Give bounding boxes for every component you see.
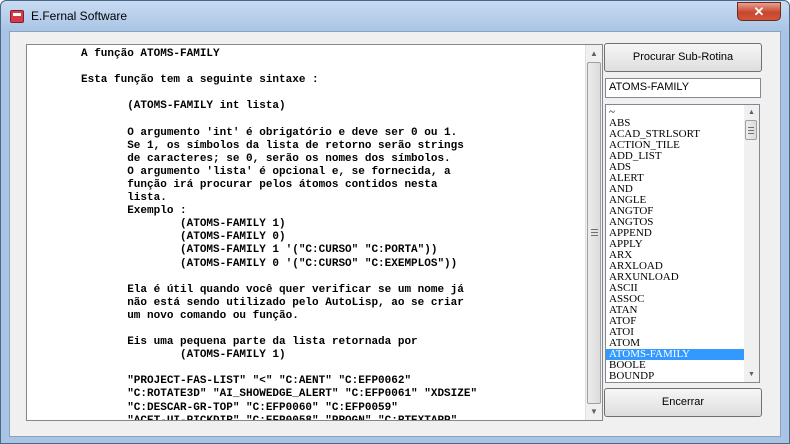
description-line: Se 1, os símbolos da lista de retorno se… [81, 139, 464, 152]
description-line: O argumento 'lista' é opcional e, se for… [81, 165, 451, 178]
description-line: A função ATOMS-FAMILY [81, 48, 220, 60]
description-line [81, 362, 585, 375]
scroll-down-arrow-icon[interactable]: ▼ [586, 403, 602, 420]
close-button[interactable]: Encerrar [604, 388, 762, 417]
app-window: E.Fernal Software ✕ A função ATOMS-FAMIL… [0, 0, 790, 444]
list-scroll-up-arrow-icon[interactable]: ▲ [744, 105, 759, 120]
search-subroutine-button[interactable]: Procurar Sub-Rotina [604, 43, 762, 72]
scroll-up-arrow-icon[interactable]: ▲ [586, 45, 602, 62]
thumb-grip-line [591, 232, 598, 233]
description-line: (ATOMS-FAMILY 0) [81, 231, 286, 244]
app-icon [10, 10, 24, 23]
description-line: (ATOMS-FAMILY 1) [81, 218, 286, 231]
description-line: "C:DESCAR-GR-TOP" "C:EFP0060" "C:EFP0059… [81, 401, 398, 414]
description-line: um novo comando ou função. [81, 309, 299, 322]
list-scrollbar[interactable]: ▲ ▼ [744, 105, 759, 382]
description-line [81, 323, 585, 336]
list-item[interactable]: BOUNDP [606, 371, 745, 382]
search-input[interactable]: ATOMS-FAMILY [605, 78, 761, 98]
description-line: (ATOMS-FAMILY 1) [81, 349, 286, 362]
function-description-textbox[interactable]: A função ATOMS-FAMILY Esta função tem a … [26, 44, 603, 421]
description-line [81, 113, 585, 126]
description-line: (ATOMS-FAMILY 0 '("C:CURSO" "C:EXEMPLOS"… [81, 257, 458, 270]
thumb-grip-line [748, 127, 754, 128]
description-line: função irá procurar pelos átomos contido… [81, 178, 438, 191]
thumb-grip-line [591, 235, 598, 236]
description-line [81, 87, 585, 100]
description-line: "C:ROTATE3D" "AI_SHOWEDGE_ALERT" "C:EFP0… [81, 388, 478, 401]
description-line: "ACET-UI-PICKDIR" "C:EFP0058" "PROGN" "C… [81, 415, 585, 420]
description-line: O argumento 'int' é obrigatório e deve s… [81, 126, 458, 139]
title-bar[interactable]: E.Fernal Software ✕ [1, 1, 789, 31]
list-scroll-thumb[interactable] [745, 120, 757, 140]
description-line: Eis uma pequena parte da lista retornada… [81, 336, 418, 349]
description-line: não está sendo utilizado pelo AutoLisp, … [81, 296, 464, 309]
thumb-grip-line [591, 229, 598, 230]
description-line: (ATOMS-FAMILY 1 '("C:CURSO" "C:PORTA")) [81, 244, 438, 257]
function-list-items: ~ ABS ACAD_STRLSORT ACTION_TILE ADD_LIST ADS A… [606, 105, 745, 382]
description-line [81, 271, 585, 284]
description-line: Esta função tem a seguinte sintaxe : [81, 74, 319, 87]
description-line: lista. [81, 192, 167, 205]
description-line: "PROJECT-FAS-LIST" "<" "C:AENT" "C:EFP00… [81, 375, 412, 388]
window-close-button[interactable]: ✕ [737, 2, 781, 21]
description-line: Exemplo : [81, 205, 187, 218]
description-scrollbar[interactable]: ▲ ▼ [585, 45, 602, 420]
description-line: Ela é útil quando você quer verificar se… [81, 283, 464, 296]
description-line [81, 61, 585, 74]
thumb-grip-line [748, 133, 754, 134]
description-line: (ATOMS-FAMILY int lista) [81, 100, 286, 113]
description-line: de caracteres; se 0, serão os nomes dos … [81, 152, 451, 165]
window-title: E.Fernal Software [31, 9, 128, 23]
scroll-thumb[interactable] [587, 62, 601, 404]
thumb-grip-line [748, 130, 754, 131]
description-text: A função ATOMS-FAMILY Esta função tem a … [27, 45, 585, 420]
client-area: A função ATOMS-FAMILY Esta função tem a … [9, 31, 781, 437]
function-listbox[interactable]: ~ ABS ACAD_STRLSORT ACTION_TILE ADD_LIST ADS A… [605, 104, 760, 383]
list-scroll-down-arrow-icon[interactable]: ▼ [744, 367, 759, 382]
